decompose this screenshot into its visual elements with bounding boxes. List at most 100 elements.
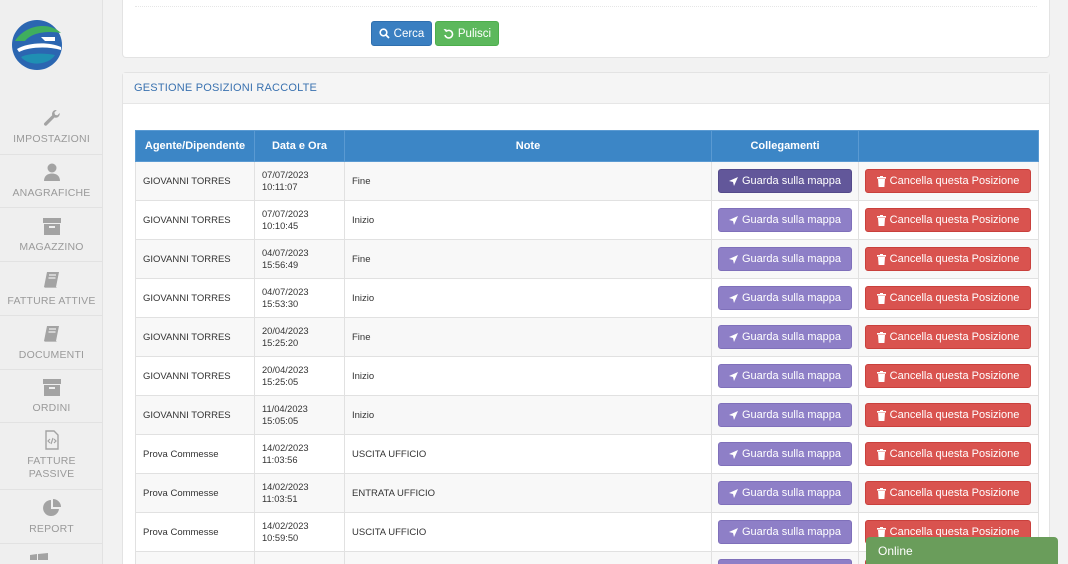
cell-date: 14/02/2023 (262, 521, 309, 531)
search-button[interactable]: Cerca (371, 21, 432, 46)
sidebar: IMPOSTAZIONI ANAGRAFICHE MAGAZZINO FATTU… (0, 0, 103, 564)
cell-agent: Prova Commesse (135, 512, 255, 552)
view-on-map-button[interactable]: Guarda sulla mappa (718, 442, 852, 466)
sidebar-item-magazzino[interactable]: MAGAZZINO (0, 216, 103, 262)
sidebar-item-fatture-attive[interactable]: FATTURE ATTIVE (0, 270, 103, 316)
cell-links: Guarda sulla mappa (711, 200, 859, 240)
sidebar-item-impostazioni[interactable]: IMPOSTAZIONI (0, 108, 103, 155)
sidebar-item-report[interactable]: REPORT (0, 498, 103, 544)
undo-icon (443, 29, 454, 39)
delete-position-button[interactable]: Cancella questa Posizione (865, 442, 1031, 466)
cell-links: Guarda sulla mappa (711, 317, 859, 357)
table-row: GIOVANNI TORRES 20/04/2023 15:25:05 Inizio G… (135, 356, 1039, 396)
cell-time: 15:25:20 (262, 338, 299, 348)
delete-position-button[interactable]: Cancella questa Posizione (865, 247, 1031, 271)
trash-icon (876, 292, 886, 304)
cell-links: Guarda sulla mappa (711, 551, 859, 564)
view-on-map-button[interactable]: Guarda sulla mappa (718, 286, 852, 310)
delete-position-button[interactable]: Cancella questa Posizione (865, 364, 1031, 388)
windows-icon (30, 553, 48, 560)
cell-actions: Cancella questa Posizione (858, 395, 1039, 435)
view-on-map-button[interactable]: Guarda sulla mappa (718, 169, 852, 193)
wrench-icon (43, 110, 60, 126)
view-on-map-label: Guarda sulla mappa (741, 487, 842, 499)
cell-agent: GIOVANNI TORRES (135, 239, 255, 279)
column-header-links: Collegamenti (711, 130, 859, 162)
table-row: GIOVANNI TORRES 07/07/2023 10:10:45 Inizio G… (135, 200, 1039, 240)
sidebar-item-anagrafiche[interactable]: ANAGRAFICHE (0, 162, 103, 208)
delete-position-label: Cancella questa Posizione (889, 448, 1020, 460)
cell-datetime: 20/04/2023 15:25:05 (254, 356, 345, 396)
cell-note: ENTRATA UFFICIO (344, 473, 712, 513)
cell-datetime: 04/07/2023 15:53:30 (254, 278, 345, 318)
view-on-map-button[interactable]: Guarda sulla mappa (718, 520, 852, 544)
sidebar-item-documenti[interactable]: DOCUMENTI (0, 324, 103, 370)
cell-agent: Prova Commesse (135, 473, 255, 513)
column-header-datetime: Data e Ora (254, 130, 345, 162)
cell-links: Guarda sulla mappa (711, 239, 859, 279)
table-row: GIOVANNI TORRES 11/04/2023 15:05:05 Inizio G… (135, 395, 1039, 435)
delete-position-button[interactable]: Cancella questa Posizione (865, 208, 1031, 232)
cell-datetime: 11/04/2023 15:05:05 (254, 395, 345, 435)
panel-title: GESTIONE POSIZIONI RACCOLTE (134, 82, 318, 94)
view-on-map-button[interactable]: Guarda sulla mappa (718, 481, 852, 505)
trash-icon (876, 175, 886, 187)
delete-position-label: Cancella questa Posizione (889, 214, 1020, 226)
delete-position-button[interactable]: Cancella questa Posizione (865, 169, 1031, 193)
cell-actions: Cancella questa Posizione (858, 200, 1039, 240)
location-arrow-icon (728, 254, 738, 264)
sidebar-item-label: ANAGRAFICHE (12, 187, 91, 199)
search-icon (379, 28, 390, 39)
cell-links: Guarda sulla mappa (711, 434, 859, 474)
cell-note: Fine (344, 239, 712, 279)
view-on-map-button[interactable]: Guarda sulla mappa (718, 247, 852, 271)
positions-table: Agente/Dipendente Data e Ora Note Colleg… (135, 130, 1039, 564)
delete-position-button[interactable]: Cancella questa Posizione (865, 286, 1031, 310)
cell-time: 11:03:51 (262, 494, 298, 504)
view-on-map-button[interactable]: Guarda sulla mappa (718, 208, 852, 232)
delete-position-label: Cancella questa Posizione (889, 253, 1020, 265)
view-on-map-label: Guarda sulla mappa (741, 526, 842, 538)
sidebar-item-ordini[interactable]: ORDINI (0, 377, 103, 423)
cell-agent (135, 551, 255, 564)
delete-position-label: Cancella questa Posizione (889, 409, 1020, 421)
view-on-map-label: Guarda sulla mappa (741, 175, 842, 187)
delete-position-button[interactable]: Cancella questa Posizione (865, 481, 1031, 505)
sidebar-item-label: REPORT (29, 523, 74, 535)
column-header-actions (858, 130, 1039, 162)
cell-note: Fine (344, 317, 712, 357)
delete-position-button[interactable]: Cancella questa Posizione (865, 403, 1031, 427)
view-on-map-button[interactable]: Guarda sulla mappa (718, 364, 852, 388)
cell-datetime: 14/02/2023 10:59:50 (254, 512, 345, 552)
clear-button[interactable]: Pulisci (435, 21, 499, 46)
sidebar-item-fatture-passive[interactable]: FATTURE PASSIVE (0, 430, 103, 490)
view-on-map-button[interactable]: Guarda sulla mappa (718, 403, 852, 427)
cell-time: 15:53:30 (262, 299, 299, 309)
location-arrow-icon (728, 488, 738, 498)
view-on-map-button[interactable]: Guarda sulla mappa (718, 325, 852, 349)
sidebar-item-label: DOCUMENTI (18, 349, 85, 361)
trash-icon (876, 331, 886, 343)
cell-actions: Cancella questa Posizione (858, 317, 1039, 357)
online-chat-badge[interactable]: Online (866, 537, 1058, 564)
cell-note: Fine (344, 161, 712, 201)
delete-position-label: Cancella questa Posizione (889, 331, 1020, 343)
trash-icon (876, 487, 886, 499)
location-arrow-icon (728, 215, 738, 225)
cell-note: Inizio (344, 356, 712, 396)
delete-position-label: Cancella questa Posizione (889, 370, 1020, 382)
cell-links: Guarda sulla mappa (711, 473, 859, 513)
online-status-label: Online (878, 544, 913, 558)
sidebar-item-label: FATTURE PASSIVE (27, 455, 76, 480)
cell-links: Guarda sulla mappa (711, 278, 859, 318)
search-panel: Cerca Pulisci (122, 0, 1050, 58)
divider (135, 6, 1037, 7)
column-header-agent: Agente/Dipendente (135, 130, 255, 162)
cell-time: 11:03:56 (262, 455, 298, 465)
cell-actions: Cancella questa Posizione (858, 278, 1039, 318)
cell-datetime: 14/02/2023 (254, 551, 345, 564)
view-on-map-button[interactable]: Guarda sulla mappa (718, 559, 852, 564)
cell-datetime: 04/07/2023 15:56:49 (254, 239, 345, 279)
view-on-map-label: Guarda sulla mappa (741, 253, 842, 265)
delete-position-button[interactable]: Cancella questa Posizione (865, 325, 1031, 349)
